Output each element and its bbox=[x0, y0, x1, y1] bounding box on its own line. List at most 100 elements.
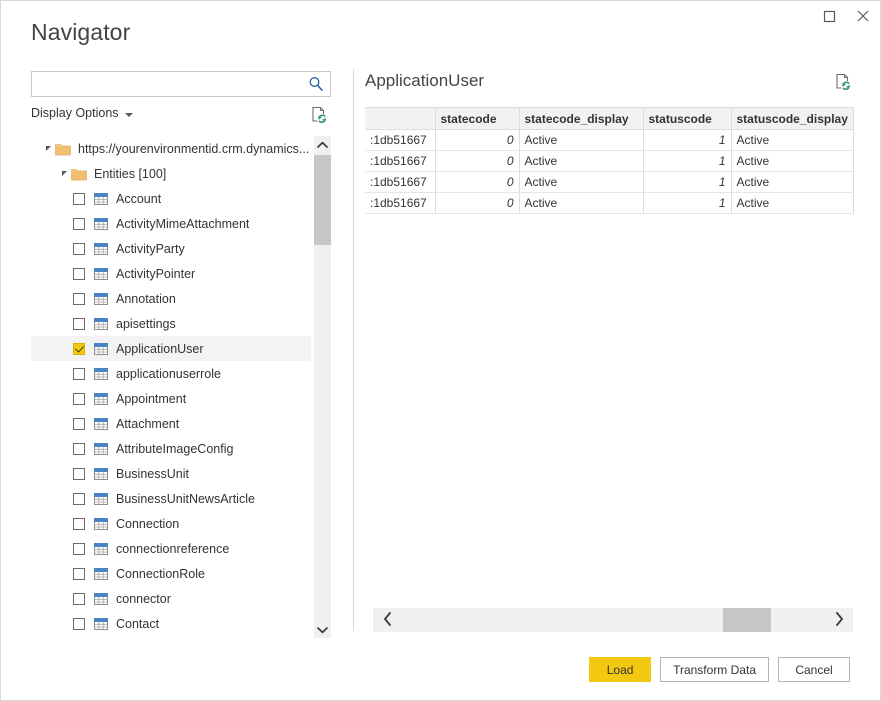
scroll-left-button[interactable] bbox=[373, 608, 401, 632]
tree-vertical-scrollbar[interactable] bbox=[314, 136, 331, 638]
entity-checkbox[interactable] bbox=[73, 217, 85, 230]
maximize-icon bbox=[823, 10, 836, 23]
table-cell: :1db51667 bbox=[365, 129, 436, 151]
entity-checkbox[interactable] bbox=[73, 442, 85, 455]
tree-node-appointment[interactable]: Appointment bbox=[31, 386, 311, 411]
table-icon bbox=[94, 267, 108, 280]
transform-data-button[interactable]: Transform Data bbox=[660, 657, 769, 682]
tree-node-activitymimeattachment[interactable]: ActivityMimeAttachment bbox=[31, 211, 311, 236]
table-icon bbox=[94, 542, 108, 555]
table-cell: :1db51667 bbox=[365, 171, 436, 193]
tree-node-label: https://yourenvironmentid.crm.dynamics..… bbox=[78, 141, 310, 156]
tree-node-label: ConnectionRole bbox=[116, 566, 205, 581]
table-cell: 0 bbox=[434, 129, 520, 151]
tree-node-applicationuser[interactable]: ApplicationUser bbox=[31, 336, 311, 361]
titlebar: Navigator bbox=[1, 1, 880, 45]
entity-checkbox[interactable] bbox=[73, 467, 85, 480]
column-header[interactable]: statecode_display bbox=[518, 107, 644, 130]
preview-panel: ApplicationUser statecode statecode_disp… bbox=[365, 71, 854, 214]
tree-node-connectionrole[interactable]: ConnectionRole bbox=[31, 561, 311, 586]
entity-checkbox[interactable] bbox=[73, 517, 85, 530]
preview-table[interactable]: statecode statecode_display statuscode stat… bbox=[365, 107, 854, 214]
table-cell: Active bbox=[518, 192, 644, 214]
tree-node-businessunitnewsarticle[interactable]: BusinessUnitNewsArticle bbox=[31, 486, 311, 511]
table-cell: 0 bbox=[434, 171, 520, 193]
tree-node-attributeimageconfig[interactable]: AttributeImageConfig bbox=[31, 436, 311, 461]
table-cell: Active bbox=[730, 171, 854, 193]
search-icon[interactable] bbox=[307, 75, 325, 93]
tree-node-connectionreference[interactable]: connectionreference bbox=[31, 536, 311, 561]
tree-node-activitypointer[interactable]: ActivityPointer bbox=[31, 261, 311, 286]
tree-node-businessunit[interactable]: BusinessUnit bbox=[31, 461, 311, 486]
entity-checkbox[interactable] bbox=[73, 567, 85, 580]
cancel-button[interactable]: Cancel bbox=[778, 657, 850, 682]
scroll-right-button[interactable] bbox=[825, 608, 853, 632]
chevron-down-icon bbox=[124, 112, 133, 117]
chevron-left-icon bbox=[383, 611, 392, 629]
entity-checkbox[interactable] bbox=[73, 292, 85, 305]
entity-checkbox[interactable] bbox=[73, 417, 85, 430]
left-panel: Display Options https://yourenvironmenti… bbox=[31, 71, 331, 638]
load-button[interactable]: Load bbox=[589, 657, 652, 682]
tree-nodes: https://yourenvironmentid.crm.dynamics..… bbox=[31, 136, 311, 636]
table-icon bbox=[94, 417, 108, 430]
folder-icon bbox=[71, 167, 87, 181]
maximize-button[interactable] bbox=[812, 1, 846, 31]
tree-expander-icon[interactable] bbox=[41, 146, 55, 151]
entity-tree[interactable]: https://yourenvironmentid.crm.dynamics..… bbox=[31, 136, 331, 638]
tree-expander-icon[interactable] bbox=[57, 171, 71, 176]
column-header[interactable]: statuscode_display bbox=[730, 107, 854, 130]
scroll-thumb[interactable] bbox=[314, 155, 331, 245]
entity-checkbox[interactable] bbox=[73, 242, 85, 255]
scroll-down-button[interactable] bbox=[314, 621, 331, 638]
tree-node-applicationuserrole[interactable]: applicationuserrole bbox=[31, 361, 311, 386]
table-row: :1db51667 0 Active 1 Active bbox=[365, 192, 854, 214]
entity-checkbox[interactable] bbox=[73, 342, 85, 355]
tree-node-annotation[interactable]: Annotation bbox=[31, 286, 311, 311]
tree-node-entities-100[interactable]: Entities [100] bbox=[31, 161, 311, 186]
scroll-up-button[interactable] bbox=[314, 136, 331, 153]
column-header[interactable]: statuscode bbox=[642, 107, 732, 130]
entity-checkbox[interactable] bbox=[73, 592, 85, 605]
tree-node-activityparty[interactable]: ActivityParty bbox=[31, 236, 311, 261]
tree-node-label: Appointment bbox=[116, 391, 187, 406]
tree-node-contact[interactable]: Contact bbox=[31, 611, 311, 636]
search-input[interactable] bbox=[32, 72, 304, 96]
scroll-thumb[interactable] bbox=[723, 608, 771, 632]
search-box[interactable] bbox=[31, 71, 331, 97]
page-title: Navigator bbox=[31, 19, 131, 45]
display-options-dropdown[interactable]: Display Options bbox=[31, 106, 133, 120]
entity-checkbox[interactable] bbox=[73, 367, 85, 380]
navigator-dialog: Navigator Display Options https://youren… bbox=[0, 0, 881, 701]
tree-node-label: ActivityPointer bbox=[116, 266, 196, 281]
close-button[interactable] bbox=[846, 1, 880, 31]
table-cell: 1 bbox=[642, 150, 732, 172]
table-body: :1db51667 0 Active 1 Active:1db51667 0 Active 1… bbox=[365, 129, 854, 214]
entity-checkbox[interactable] bbox=[73, 542, 85, 555]
tree-node-connector[interactable]: connector bbox=[31, 586, 311, 611]
tree-node-connection[interactable]: Connection bbox=[31, 511, 311, 536]
tree-node-attachment[interactable]: Attachment bbox=[31, 411, 311, 436]
chevron-up-icon bbox=[317, 138, 328, 152]
panel-divider bbox=[353, 69, 354, 631]
entity-checkbox[interactable] bbox=[73, 392, 85, 405]
tree-node-https-yourenvironmentid-crm-dynamics[interactable]: https://yourenvironmentid.crm.dynamics..… bbox=[31, 136, 311, 161]
table-icon bbox=[94, 442, 108, 455]
display-options-row: Display Options bbox=[31, 106, 331, 128]
entity-checkbox[interactable] bbox=[73, 317, 85, 330]
entity-checkbox[interactable] bbox=[73, 617, 85, 630]
table-cell: Active bbox=[730, 150, 854, 172]
tree-node-account[interactable]: Account bbox=[31, 186, 311, 211]
refresh-document-icon[interactable] bbox=[309, 105, 329, 125]
entity-checkbox[interactable] bbox=[73, 192, 85, 205]
entity-checkbox[interactable] bbox=[73, 267, 85, 280]
tree-node-apisettings[interactable]: apisettings bbox=[31, 311, 311, 336]
column-header[interactable] bbox=[365, 107, 436, 130]
entity-checkbox[interactable] bbox=[73, 492, 85, 505]
column-header[interactable]: statecode bbox=[434, 107, 520, 130]
table-icon bbox=[94, 242, 108, 255]
refresh-document-icon[interactable] bbox=[833, 72, 853, 92]
table-header-row: statecode statecode_display statuscode stat… bbox=[365, 107, 854, 130]
table-icon bbox=[94, 517, 108, 530]
preview-horizontal-scrollbar[interactable] bbox=[373, 608, 853, 632]
